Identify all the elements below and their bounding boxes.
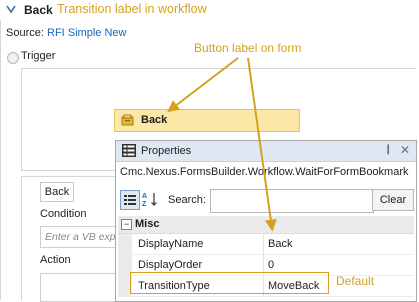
back-bookmark-activity[interactable]: Back [114,109,300,132]
bookmark-icon [121,114,134,126]
property-value[interactable]: Back [268,238,292,250]
trigger-label: Trigger [21,50,56,62]
properties-toolbar: A Z Search: Clear [116,187,416,213]
transition-title: Back [24,3,53,17]
svg-text:A: A [142,193,147,200]
category-label: Misc [135,218,160,230]
left-border [0,20,1,300]
properties-grid-icon [122,144,136,157]
action-label: Action [40,254,71,266]
categorized-view-button[interactable] [120,190,140,210]
collapse-category-icon[interactable]: − [121,219,132,230]
condition-placeholder: Enter a VB expr [45,231,120,243]
row-gutter [118,234,132,254]
svg-text:Z: Z [142,201,147,208]
clear-button[interactable]: Clear [372,189,414,211]
alphabetical-sort-icon[interactable]: A Z [141,190,159,208]
button-label-callout: Button label on form [194,41,302,55]
property-name: DisplayOrder [138,259,203,271]
object-type-name: Cmc.Nexus.FormsBuilder.Workflow.WaitForF… [120,166,409,178]
properties-titlebar: Properties ❙ ✕ [116,141,416,162]
default-callout: Default [336,274,375,288]
collapse-icon[interactable] [4,2,18,16]
category-misc[interactable]: − Misc [118,216,414,234]
transitiontype-highlight [130,272,329,294]
bookmark-label: Back [141,114,168,126]
search-label: Search: [168,194,206,206]
back-button[interactable]: Back [40,182,74,202]
source-label: Source: [6,27,44,39]
transition-label-callout: Transition label in workflow [57,2,207,16]
source-link[interactable]: RFI Simple New [47,27,126,39]
properties-title: Properties [141,145,192,157]
pin-icon[interactable]: ❙ [384,144,394,156]
property-row-displayname[interactable]: DisplayName Back [118,234,414,255]
condition-label: Condition [40,208,87,220]
close-icon[interactable]: ✕ [400,143,410,157]
property-value[interactable]: 0 [268,259,274,271]
search-input[interactable] [210,189,374,213]
property-name: DisplayName [138,238,204,250]
trigger-radio[interactable] [7,52,19,64]
column-separator [263,234,264,254]
